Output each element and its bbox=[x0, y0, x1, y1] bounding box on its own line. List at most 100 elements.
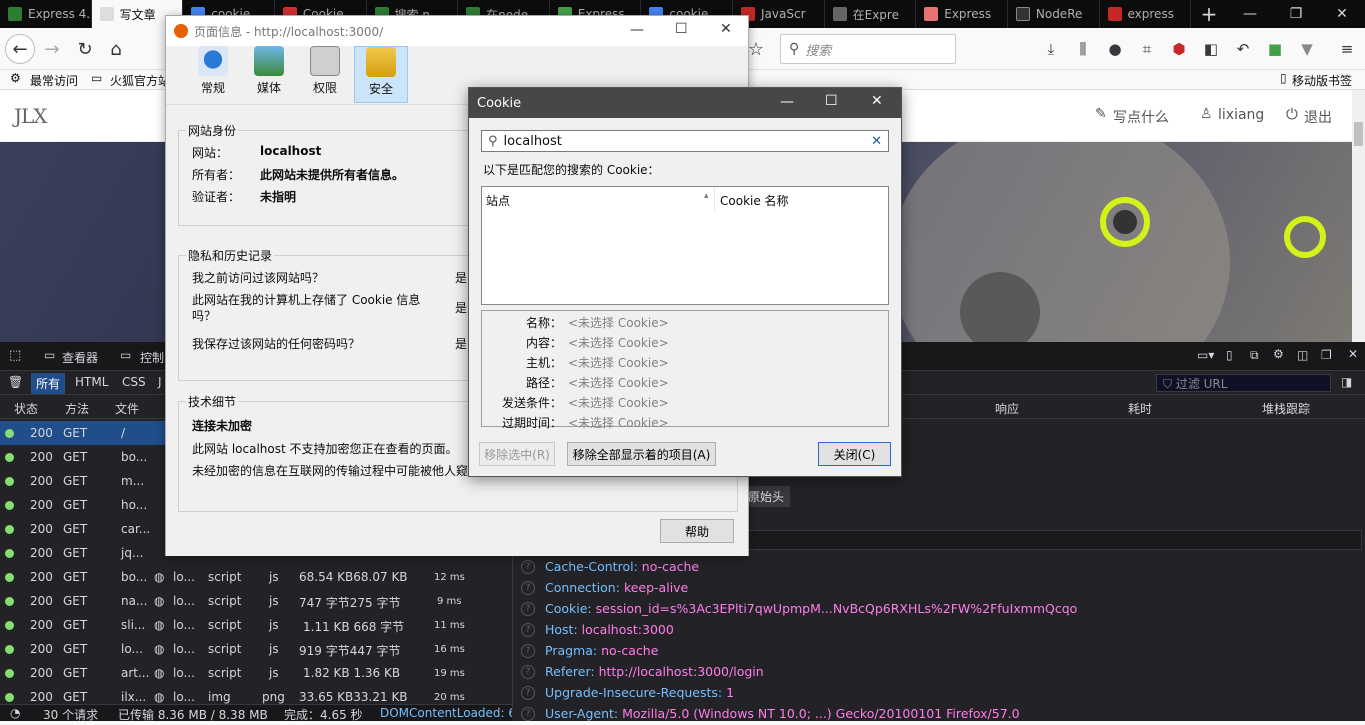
status-dot bbox=[5, 669, 14, 678]
restore-icon[interactable]: ❐ bbox=[1273, 0, 1319, 28]
scroll-thumb[interactable] bbox=[1354, 122, 1363, 146]
tab-permissions-label: 权限 bbox=[312, 81, 337, 95]
trash-icon[interactable]: 🗑 bbox=[8, 375, 23, 389]
tab-console[interactable]: 控制 bbox=[140, 349, 164, 366]
responsive-icon[interactable]: ▯ bbox=[1226, 348, 1233, 362]
close-icon[interactable]: ✕ bbox=[871, 93, 883, 109]
request-row[interactable]: 200 GET na... ◍ lo... script js 747 字节27… bbox=[0, 589, 512, 613]
close-icon[interactable]: ✕ bbox=[1319, 0, 1365, 28]
tab-general[interactable]: 常规 bbox=[186, 46, 240, 103]
reload-button[interactable]: ↻ bbox=[70, 34, 100, 64]
download-icon[interactable]: ⤓ bbox=[1040, 38, 1062, 60]
tab-12[interactable]: NodeRe bbox=[1008, 0, 1100, 28]
tab-label: NodeRe bbox=[1035, 7, 1083, 21]
undock-icon[interactable]: ❐ bbox=[1321, 348, 1332, 362]
col-response[interactable]: 响应 bbox=[995, 400, 1019, 417]
remove-selected-button[interactable]: 移除选中(R) bbox=[479, 442, 555, 466]
tab-security[interactable]: 安全 bbox=[354, 46, 408, 103]
filter-icon[interactable]: ▼ bbox=[1296, 38, 1318, 60]
screenshot-icon[interactable]: ⧉ bbox=[1250, 348, 1259, 363]
forward-button[interactable]: → bbox=[37, 34, 67, 64]
ublock-icon[interactable]: ⬢ bbox=[1168, 38, 1190, 60]
req-cause: script bbox=[208, 642, 242, 656]
cookie-search-value: localhost bbox=[503, 133, 562, 149]
bookmark-most-visited[interactable]: 最常访问 bbox=[30, 72, 78, 89]
tab-1[interactable]: Express 4.x bbox=[0, 0, 92, 28]
cookie-table[interactable]: 站点 ▴ Cookie 名称 bbox=[481, 186, 889, 305]
req-file: na... bbox=[121, 594, 148, 608]
extension-icon[interactable]: ■ bbox=[1264, 38, 1286, 60]
logout-link[interactable]: 退出 bbox=[1304, 107, 1332, 127]
req-size: 747 字节275 字节 bbox=[299, 596, 401, 610]
site-label: 网站： bbox=[192, 146, 229, 160]
maximize-icon[interactable]: ☐ bbox=[825, 93, 838, 109]
tab-11[interactable]: Express bbox=[916, 0, 1008, 28]
minimize-icon[interactable]: — bbox=[1227, 0, 1273, 28]
col-status[interactable]: 状态 bbox=[14, 400, 38, 417]
header-value: 1 bbox=[726, 685, 735, 700]
help-button[interactable]: 帮助 bbox=[660, 519, 734, 543]
request-row[interactable]: 200 GET bo... ◍ lo... script js 68.54 KB… bbox=[0, 565, 512, 589]
tab-inspector[interactable]: 查看器 bbox=[62, 349, 98, 366]
new-tab-button[interactable]: + bbox=[1191, 0, 1227, 28]
detail-value: <未选择 Cookie> bbox=[568, 336, 669, 350]
req-cause: script bbox=[208, 594, 242, 608]
request-row[interactable]: 200 GET sli... ◍ lo... script js 1.11 KB… bbox=[0, 613, 512, 637]
remove-all-button[interactable]: 移除全部显示着的项目(A) bbox=[567, 442, 716, 466]
lock-icon bbox=[366, 47, 396, 77]
cookie-search-input[interactable]: ⚲ localhost ✕ bbox=[481, 130, 889, 152]
col-cookie-name-header[interactable]: Cookie 名称 bbox=[716, 187, 888, 211]
col-site-header[interactable]: 站点 ▴ bbox=[482, 187, 715, 211]
home-button[interactable]: ⌂ bbox=[101, 34, 131, 64]
filter-js[interactable]: J bbox=[158, 375, 162, 389]
tab-13[interactable]: express bbox=[1100, 0, 1192, 28]
maximize-icon[interactable]: ☐ bbox=[675, 21, 688, 37]
search-placeholder: 搜索 bbox=[805, 43, 832, 59]
col-file[interactable]: 文件 bbox=[115, 400, 139, 417]
clear-search-icon[interactable]: ✕ bbox=[871, 134, 882, 149]
split-icon[interactable]: ◫ bbox=[1297, 348, 1308, 362]
req-file: jq... bbox=[121, 546, 144, 560]
col-timing[interactable]: 耗时 bbox=[1128, 400, 1152, 417]
sidebar-icon[interactable]: ◧ bbox=[1200, 38, 1222, 60]
user-link[interactable]: lixiang bbox=[1218, 107, 1264, 123]
col-method[interactable]: 方法 bbox=[65, 400, 89, 417]
page-scrollbar[interactable] bbox=[1352, 90, 1365, 342]
tab-permissions[interactable]: 权限 bbox=[298, 46, 352, 103]
dock-icon[interactable]: ▭▾ bbox=[1197, 348, 1214, 362]
performance-icon[interactable]: ◔ bbox=[10, 706, 20, 720]
search-input[interactable]: ⚲ 搜索 bbox=[780, 34, 956, 64]
col-stack[interactable]: 堆栈跟踪 bbox=[1262, 400, 1310, 417]
details-toggle-icon[interactable]: ◨ bbox=[1341, 375, 1352, 389]
close-button[interactable]: 关闭(C) bbox=[818, 442, 891, 466]
chat-icon[interactable]: ● bbox=[1104, 38, 1126, 60]
tab-media[interactable]: 媒体 bbox=[242, 46, 296, 103]
back-button[interactable]: ← bbox=[5, 34, 35, 64]
site-logo[interactable]: JLX bbox=[14, 104, 48, 128]
mobile-bookmarks[interactable]: 移动版书签 bbox=[1292, 72, 1352, 89]
filter-all[interactable]: 所有 bbox=[31, 373, 66, 394]
minimize-icon[interactable]: — bbox=[630, 22, 644, 38]
settings-gear-icon[interactable]: ⚙ bbox=[1273, 347, 1284, 361]
menu-icon[interactable]: ≡ bbox=[1336, 38, 1358, 60]
minimize-icon[interactable]: — bbox=[780, 94, 794, 110]
undo-icon[interactable]: ↶ bbox=[1232, 38, 1254, 60]
header-key: User-Agent: bbox=[545, 706, 619, 721]
close-icon[interactable]: ✕ bbox=[720, 21, 732, 37]
pick-element-icon[interactable]: ⬚ bbox=[9, 348, 21, 363]
request-row[interactable]: 200 GET art... ◍ lo... script js 1.82 KB… bbox=[0, 661, 512, 685]
crop-icon[interactable]: ⌗ bbox=[1136, 38, 1158, 60]
write-link[interactable]: 写点什么 bbox=[1113, 107, 1169, 127]
filter-css[interactable]: CSS bbox=[122, 375, 146, 389]
status-dot bbox=[5, 621, 14, 630]
library-icon[interactable]: ⫼ bbox=[1072, 38, 1094, 60]
tab-label: Express bbox=[944, 7, 992, 21]
request-row[interactable]: 200 GET lo... ◍ lo... script js 919 字节44… bbox=[0, 637, 512, 661]
filter-url-input[interactable]: ⛉ 过滤 URL bbox=[1156, 374, 1331, 392]
close-devtools-icon[interactable]: ✕ bbox=[1348, 347, 1358, 361]
filter-html[interactable]: HTML bbox=[75, 375, 108, 389]
help-button-label: 帮助 bbox=[684, 524, 709, 539]
bookmark-firefox-site[interactable]: 火狐官方站 bbox=[110, 72, 170, 89]
raw-headers-toggle[interactable]: 原始头 bbox=[742, 486, 791, 507]
tab-10[interactable]: 在Expre bbox=[825, 0, 917, 28]
